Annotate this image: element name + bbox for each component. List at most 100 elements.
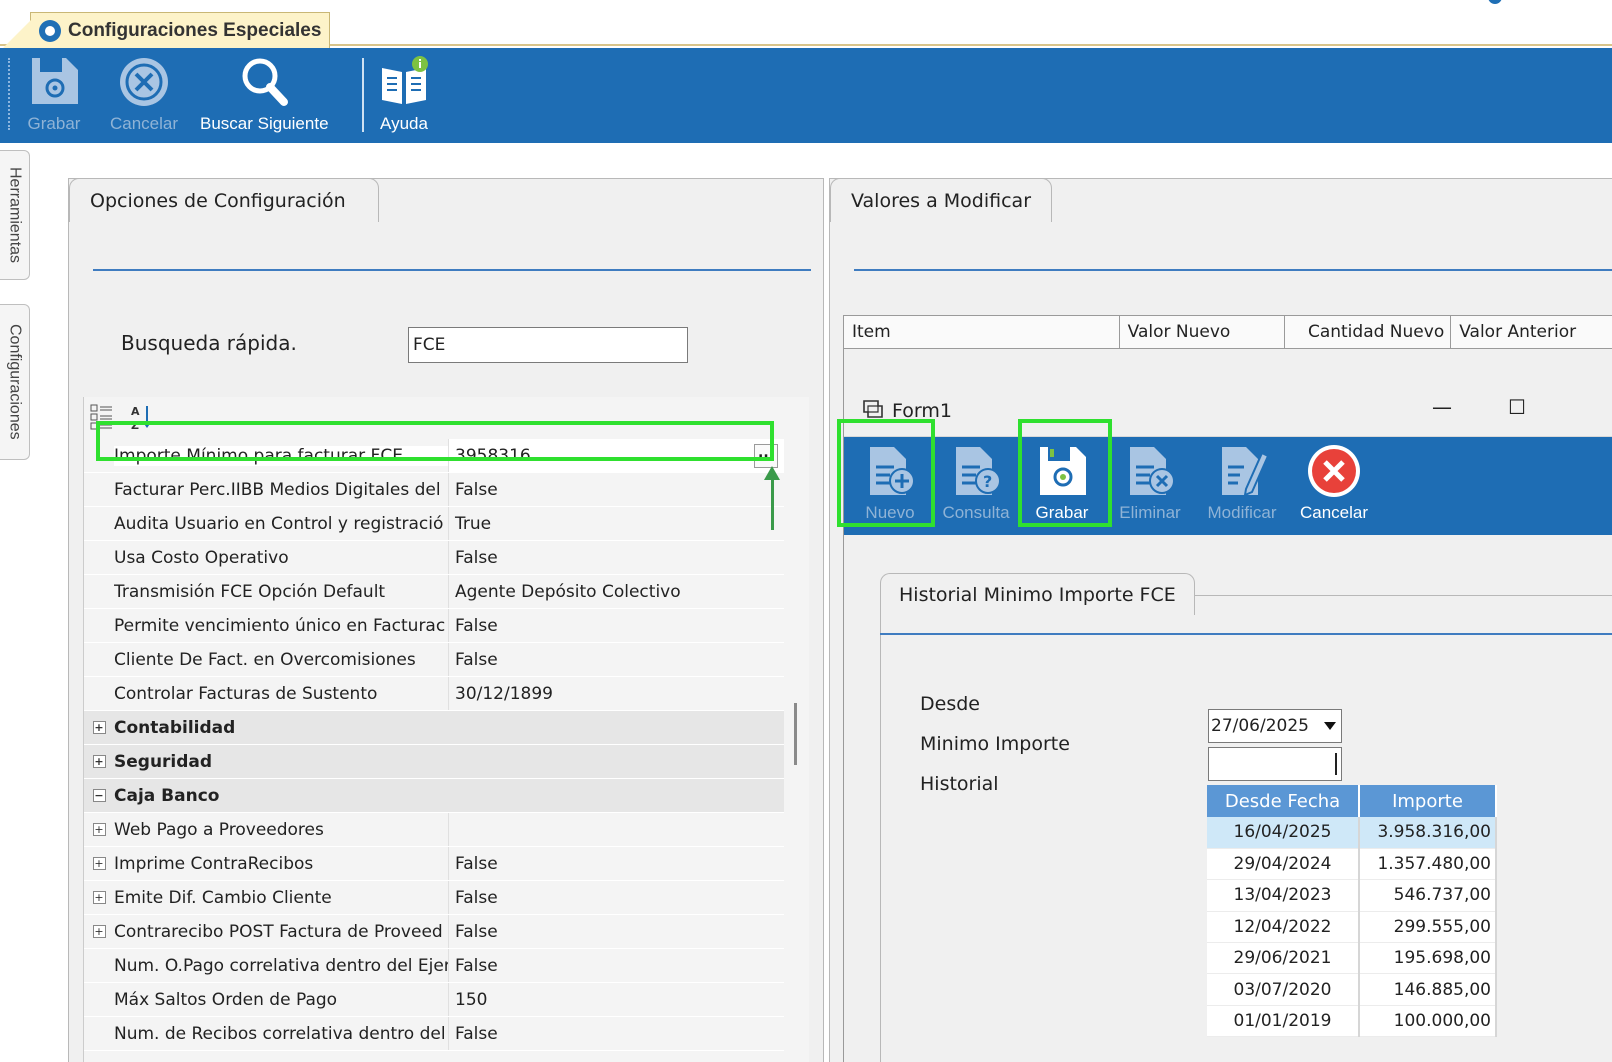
expand-icon[interactable]: + xyxy=(92,891,106,904)
document-tab-strip: Configuraciones Especiales xyxy=(0,6,1612,50)
historial-row[interactable]: 16/04/2025 3.958.316,00 xyxy=(1207,817,1497,849)
form1-grabar-button[interactable]: Grabar xyxy=(1016,443,1108,531)
expand-icon[interactable]: + xyxy=(92,755,106,768)
desde-date-picker[interactable]: 27/06/2025 xyxy=(1208,709,1342,743)
historial-row[interactable]: 01/01/2019 100.000,00 xyxy=(1207,1005,1497,1038)
modificar-button[interactable]: Modificar xyxy=(1196,443,1288,531)
property-row[interactable]: Importe Mínimo para facturar FCE 3958316.… xyxy=(84,439,784,473)
minimo-importe-input[interactable] xyxy=(1208,747,1342,781)
property-name: Contrarecibo POST Factura de Proveed xyxy=(114,921,443,942)
collapse-icon[interactable]: − xyxy=(92,789,106,802)
side-tab-herramientas[interactable]: Herramientas xyxy=(0,150,30,280)
chevron-down-icon[interactable] xyxy=(1319,710,1341,742)
column-desde-fecha[interactable]: Desde Fecha xyxy=(1207,785,1360,817)
quick-search-input[interactable] xyxy=(408,327,688,363)
property-grid-scrollbar[interactable] xyxy=(790,439,806,1062)
side-tab-configuraciones-label: Configuraciones xyxy=(6,324,24,440)
form1-grabar-label: Grabar xyxy=(1035,503,1089,522)
property-value-text: False xyxy=(455,955,498,976)
expand-icon[interactable]: + xyxy=(92,925,106,938)
property-row[interactable]: + Web Pago a Proveedores xyxy=(84,813,784,847)
property-row[interactable]: Usa Costo Operativo False xyxy=(84,541,784,575)
column-item[interactable]: Item xyxy=(844,316,1120,348)
row-expander[interactable]: + xyxy=(84,925,114,938)
property-value[interactable]: False xyxy=(448,847,784,880)
property-value[interactable]: False xyxy=(448,609,784,642)
row-expander[interactable]: + xyxy=(84,891,114,904)
property-value[interactable]: 3958316... xyxy=(448,439,784,472)
ayuda-button[interactable]: Ayuda xyxy=(376,54,432,138)
property-value[interactable]: 30/12/1899 xyxy=(448,677,784,710)
row-expander[interactable]: + xyxy=(84,721,114,734)
property-row[interactable]: + Contrarecibo POST Factura de Proveed Fal… xyxy=(84,915,784,949)
minimize-button[interactable]: — xyxy=(1432,395,1452,419)
property-row[interactable]: Cliente De Fact. en Overcomisiones False xyxy=(84,643,784,677)
property-value[interactable]: False xyxy=(448,541,784,574)
property-row[interactable]: Máx Saltos Orden de Pago 150 xyxy=(84,983,784,1017)
property-value[interactable] xyxy=(448,813,784,846)
row-expander[interactable]: + xyxy=(84,755,114,768)
eliminar-button[interactable]: Eliminar xyxy=(1104,443,1196,531)
column-valor-nuevo[interactable]: Valor Nuevo xyxy=(1120,316,1286,348)
property-value[interactable]: False xyxy=(448,1017,784,1050)
property-grid: A Z Importe Mínimo para facturar FCE 3958… xyxy=(83,397,809,1062)
nuevo-button[interactable]: Nuevo xyxy=(844,443,936,531)
historial-row[interactable]: 13/04/2023 546.737,00 xyxy=(1207,879,1497,912)
property-value[interactable]: Agente Depósito Colectivo xyxy=(448,575,784,608)
property-row[interactable]: Facturar Perc.IIBB Medios Digitales del F… xyxy=(84,473,784,507)
historial-row[interactable]: 12/04/2022 299.555,00 xyxy=(1207,911,1497,944)
property-row[interactable]: Num. de Recibos correlativa dentro del Fa… xyxy=(84,1017,784,1051)
document-tab-configuraciones[interactable]: Configuraciones Especiales xyxy=(1,12,330,50)
property-row[interactable]: + Emite Dif. Cambio Cliente False xyxy=(84,881,784,915)
property-row[interactable]: Num. O.Pago correlativa dentro del Ejer F… xyxy=(84,949,784,983)
property-category-row[interactable]: + Contabilidad xyxy=(84,711,784,745)
row-expander[interactable]: + xyxy=(84,823,114,836)
property-row[interactable]: Controlar Facturas de Sustento 30/12/1899 xyxy=(84,677,784,711)
expand-icon[interactable]: + xyxy=(92,823,106,836)
property-value[interactable]: True xyxy=(448,507,784,540)
ellipsis-button[interactable]: ... xyxy=(754,443,778,468)
property-category-row[interactable]: + Seguridad xyxy=(84,745,784,779)
historial-row[interactable]: 29/04/2024 1.357.480,00 xyxy=(1207,848,1497,881)
save-disk-icon xyxy=(26,54,82,110)
row-expander[interactable]: + xyxy=(84,857,114,870)
property-name: Controlar Facturas de Sustento xyxy=(114,683,378,704)
historial-fecha-cell: 12/04/2022 xyxy=(1207,911,1360,944)
scrollbar-thumb[interactable] xyxy=(794,703,797,765)
property-row[interactable]: Transmisión FCE Opción Default Agente Dep… xyxy=(84,575,784,609)
grabar-button[interactable]: Grabar xyxy=(26,54,82,138)
form1-cancelar-button[interactable]: Cancelar xyxy=(1288,443,1380,531)
property-value[interactable]: False xyxy=(448,915,784,948)
column-valor-anterior[interactable]: Valor Anterior xyxy=(1451,316,1612,348)
toolbar-grip[interactable] xyxy=(8,58,11,130)
column-cantidad-nuevo[interactable]: Cantidad Nuevo xyxy=(1285,316,1452,348)
sort-alphabetical-icon[interactable]: A Z xyxy=(128,402,156,432)
tab-valores-modificar[interactable]: Valores a Modificar xyxy=(830,178,1052,222)
buscar-siguiente-button[interactable]: Buscar Siguiente xyxy=(200,54,329,138)
property-name: Facturar Perc.IIBB Medios Digitales del xyxy=(114,479,441,500)
help-book-icon xyxy=(376,54,432,110)
cancelar-button[interactable]: Cancelar xyxy=(110,54,178,138)
property-row[interactable]: Permite vencimiento único en Facturac Fal… xyxy=(84,609,784,643)
historial-row[interactable]: 29/06/2021 195.698,00 xyxy=(1207,942,1497,975)
property-category-row[interactable]: − Caja Banco xyxy=(84,779,784,813)
property-value[interactable]: False xyxy=(448,881,784,914)
property-value[interactable]: False xyxy=(448,949,784,982)
row-expander[interactable]: − xyxy=(84,789,114,802)
consulta-button[interactable]: ? Consulta xyxy=(930,443,1022,531)
historial-row[interactable]: 03/07/2020 146.885,00 xyxy=(1207,973,1497,1006)
tab-historial-minimo-importe[interactable]: Historial Minimo Importe FCE xyxy=(880,573,1195,615)
side-tab-configuraciones[interactable]: Configuraciones xyxy=(0,304,30,460)
property-value[interactable]: False xyxy=(448,473,784,506)
historial-table: Desde Fecha Importe 16/04/2025 3.958.316,… xyxy=(1207,785,1497,1038)
property-row[interactable]: + Imprime ContraRecibos False xyxy=(84,847,784,881)
expand-icon[interactable]: + xyxy=(92,721,106,734)
property-value[interactable]: False xyxy=(448,643,784,676)
expand-icon[interactable]: + xyxy=(92,857,106,870)
column-importe[interactable]: Importe xyxy=(1359,785,1497,817)
property-row[interactable]: Audita Usuario en Control y registració T… xyxy=(84,507,784,541)
maximize-button[interactable]: ☐ xyxy=(1508,395,1526,419)
categorized-view-icon[interactable] xyxy=(88,402,116,432)
tab-opciones-configuracion[interactable]: Opciones de Configuración xyxy=(69,178,379,222)
property-value[interactable]: 150 xyxy=(448,983,784,1016)
